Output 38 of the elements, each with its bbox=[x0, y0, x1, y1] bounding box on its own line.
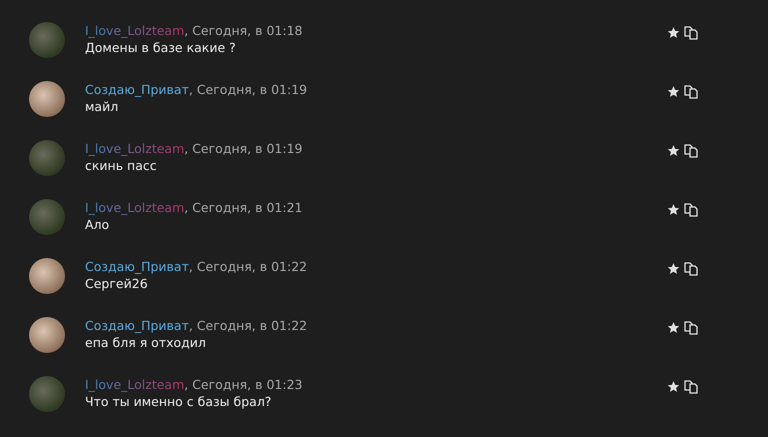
copy-icon[interactable] bbox=[684, 144, 698, 158]
username-link[interactable]: I_love_Lolzteam bbox=[85, 23, 184, 38]
star-icon[interactable] bbox=[667, 144, 680, 157]
message-text: епа бля я отходил bbox=[85, 335, 207, 351]
message-text: Что ты именно с базы брал? bbox=[85, 394, 272, 410]
star-icon[interactable] bbox=[667, 203, 680, 216]
message-text: майл bbox=[85, 99, 120, 115]
message-text: скинь пасс bbox=[85, 158, 158, 174]
message-time: , Сегодня, в 01:23 bbox=[184, 377, 302, 392]
copy-icon[interactable] bbox=[684, 380, 698, 394]
star-icon[interactable] bbox=[667, 262, 680, 275]
avatar-placeholder[interactable] bbox=[29, 258, 65, 294]
message-time: , Сегодня, в 01:22 bbox=[188, 318, 308, 333]
username-link[interactable]: Создаю_Приват bbox=[85, 82, 189, 97]
message-text: Домены в базе какие ? bbox=[85, 40, 237, 56]
copy-icon[interactable] bbox=[684, 262, 698, 276]
message-time: , Сегодня, в 01:18 bbox=[184, 23, 302, 38]
message-time: , Сегодня, в 01:21 bbox=[184, 200, 302, 215]
username-link[interactable]: I_love_Lolzteam bbox=[85, 141, 184, 156]
message-text: Сергей26 bbox=[85, 276, 149, 292]
username-link[interactable]: I_love_Lolzteam bbox=[85, 200, 184, 215]
message-time: , Сегодня, в 01:19 bbox=[188, 82, 308, 97]
star-icon[interactable] bbox=[667, 26, 680, 39]
avatar-placeholder[interactable] bbox=[29, 317, 65, 353]
username-link[interactable]: Создаю_Приват bbox=[85, 259, 189, 274]
copy-icon[interactable] bbox=[684, 321, 698, 335]
copy-icon[interactable] bbox=[684, 26, 698, 40]
username-link[interactable]: I_love_Lolzteam bbox=[85, 377, 184, 392]
star-icon[interactable] bbox=[667, 380, 680, 393]
copy-icon[interactable] bbox=[684, 85, 698, 99]
copy-icon[interactable] bbox=[684, 203, 698, 217]
message-time: , Сегодня, в 01:19 bbox=[184, 141, 302, 156]
star-icon[interactable] bbox=[667, 321, 680, 334]
message-text: Ало bbox=[85, 217, 110, 233]
avatar-placeholder[interactable] bbox=[29, 81, 65, 117]
message-time: , Сегодня, в 01:22 bbox=[188, 259, 308, 274]
username-link[interactable]: Создаю_Приват bbox=[85, 318, 189, 333]
star-icon[interactable] bbox=[667, 85, 680, 98]
